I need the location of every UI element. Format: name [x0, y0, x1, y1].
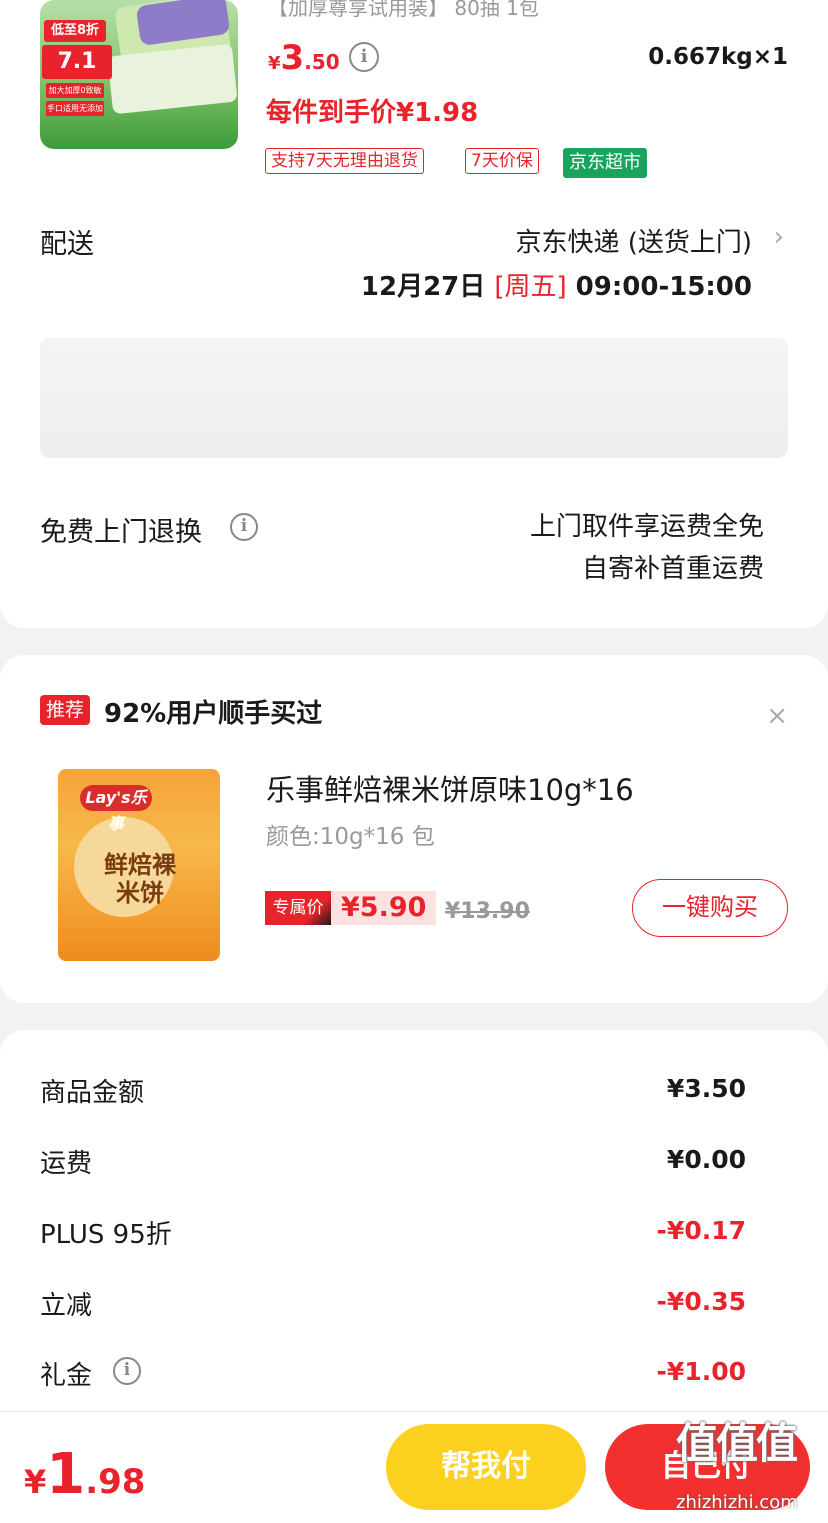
- watermark-logo: 值值值: [676, 1419, 798, 1468]
- summary-label: PLUS 95折: [40, 1220, 172, 1250]
- price-summary-card: 商品金额 ¥3.50 运费 ¥0.00 PLUS 95折 -¥0.17 立减 -…: [0, 1030, 828, 1450]
- summary-row: PLUS 95折 -¥0.17: [40, 1214, 746, 1254]
- summary-row: 立减 -¥0.35: [40, 1285, 746, 1325]
- summary-label: 运费: [40, 1149, 93, 1179]
- total-price: ¥1.98: [24, 1442, 146, 1507]
- help-pay-button[interactable]: 帮我付: [386, 1424, 586, 1510]
- delivery-time[interactable]: 12月27日 [周五] 09:00-15:00: [361, 266, 752, 303]
- badge-price: 7.1: [42, 45, 112, 79]
- product-thumbnail[interactable]: 低至8折 7.1 加大加厚0致敏 手口适用无添加: [40, 0, 238, 149]
- summary-value: -¥0.17: [656, 1216, 746, 1245]
- info-icon[interactable]: i: [113, 1357, 141, 1385]
- summary-value: -¥0.35: [656, 1287, 746, 1316]
- price-protect-tag: 7天价保: [465, 148, 539, 174]
- recommend-item-spec: 颜色:10g*16 包: [266, 824, 435, 850]
- summary-value: ¥0.00: [666, 1145, 746, 1174]
- info-icon[interactable]: i: [349, 42, 379, 72]
- final-price: 每件到手价¥1.98: [266, 98, 479, 128]
- product-weight: 0.667kg×1: [648, 44, 788, 70]
- badge-line: 加大加厚0致敏: [46, 83, 104, 98]
- summary-label: 立减: [40, 1291, 93, 1321]
- product-title: 【加厚尊享试用装】 80抽 1包: [268, 0, 539, 20]
- discount-badge: 低至8折: [44, 20, 106, 42]
- recommend-card: 推荐 92%用户顺手买过 × Lay's乐事 鲜焙裸米饼 乐事鲜焙裸米饼原味10…: [0, 655, 828, 1003]
- order-item-card: 低至8折 7.1 加大加厚0致敏 手口适用无添加 【加厚尊享试用装】 80抽 1…: [0, 0, 828, 628]
- summary-label: 礼金: [40, 1361, 93, 1391]
- summary-row: 商品金额 ¥3.50: [40, 1072, 746, 1112]
- recommend-tag: 推荐: [40, 695, 91, 725]
- close-icon[interactable]: ×: [766, 701, 788, 731]
- summary-value: -¥1.00: [656, 1357, 746, 1386]
- return-pickup-text: 上门取件享运费全免: [529, 512, 764, 542]
- recommend-headline: 92%用户顺手买过: [104, 699, 323, 729]
- watermark-url: zhizhizhi.com: [676, 1492, 798, 1513]
- summary-row: 礼金 i -¥1.00: [40, 1355, 746, 1395]
- return-self-ship-text: 自寄补首重运费: [581, 554, 764, 584]
- one-click-buy-button[interactable]: 一键购买: [632, 879, 788, 937]
- info-icon[interactable]: i: [230, 513, 258, 541]
- return-label: 免费上门退换: [40, 517, 202, 548]
- original-price: ¥13.90: [445, 899, 530, 924]
- summary-label: 商品金额: [40, 1078, 145, 1108]
- store-tag: 京东超市: [563, 148, 647, 178]
- badge-line: 手口适用无添加: [46, 101, 104, 116]
- delivery-method[interactable]: 京东快递 (送货上门): [515, 222, 752, 259]
- redacted-address-area: [40, 338, 788, 458]
- exclusive-price-label: 专属价: [265, 891, 331, 925]
- summary-row: 运费 ¥0.00: [40, 1143, 746, 1183]
- recommend-item-name[interactable]: 乐事鲜焙裸米饼原味10g*16: [266, 767, 634, 809]
- exclusive-price: ¥5.90: [331, 891, 437, 925]
- bag-text: 鲜焙裸米饼: [104, 851, 176, 907]
- product-price: ¥3.50: [268, 38, 340, 78]
- chevron-right-icon[interactable]: ›: [774, 222, 784, 252]
- brand-logo: Lay's乐事: [80, 785, 152, 833]
- delivery-label: 配送: [40, 229, 94, 260]
- return-policy-tag: 支持7天无理由退货: [265, 148, 424, 174]
- summary-value: ¥3.50: [666, 1074, 746, 1103]
- recommend-thumbnail[interactable]: Lay's乐事 鲜焙裸米饼: [40, 765, 238, 963]
